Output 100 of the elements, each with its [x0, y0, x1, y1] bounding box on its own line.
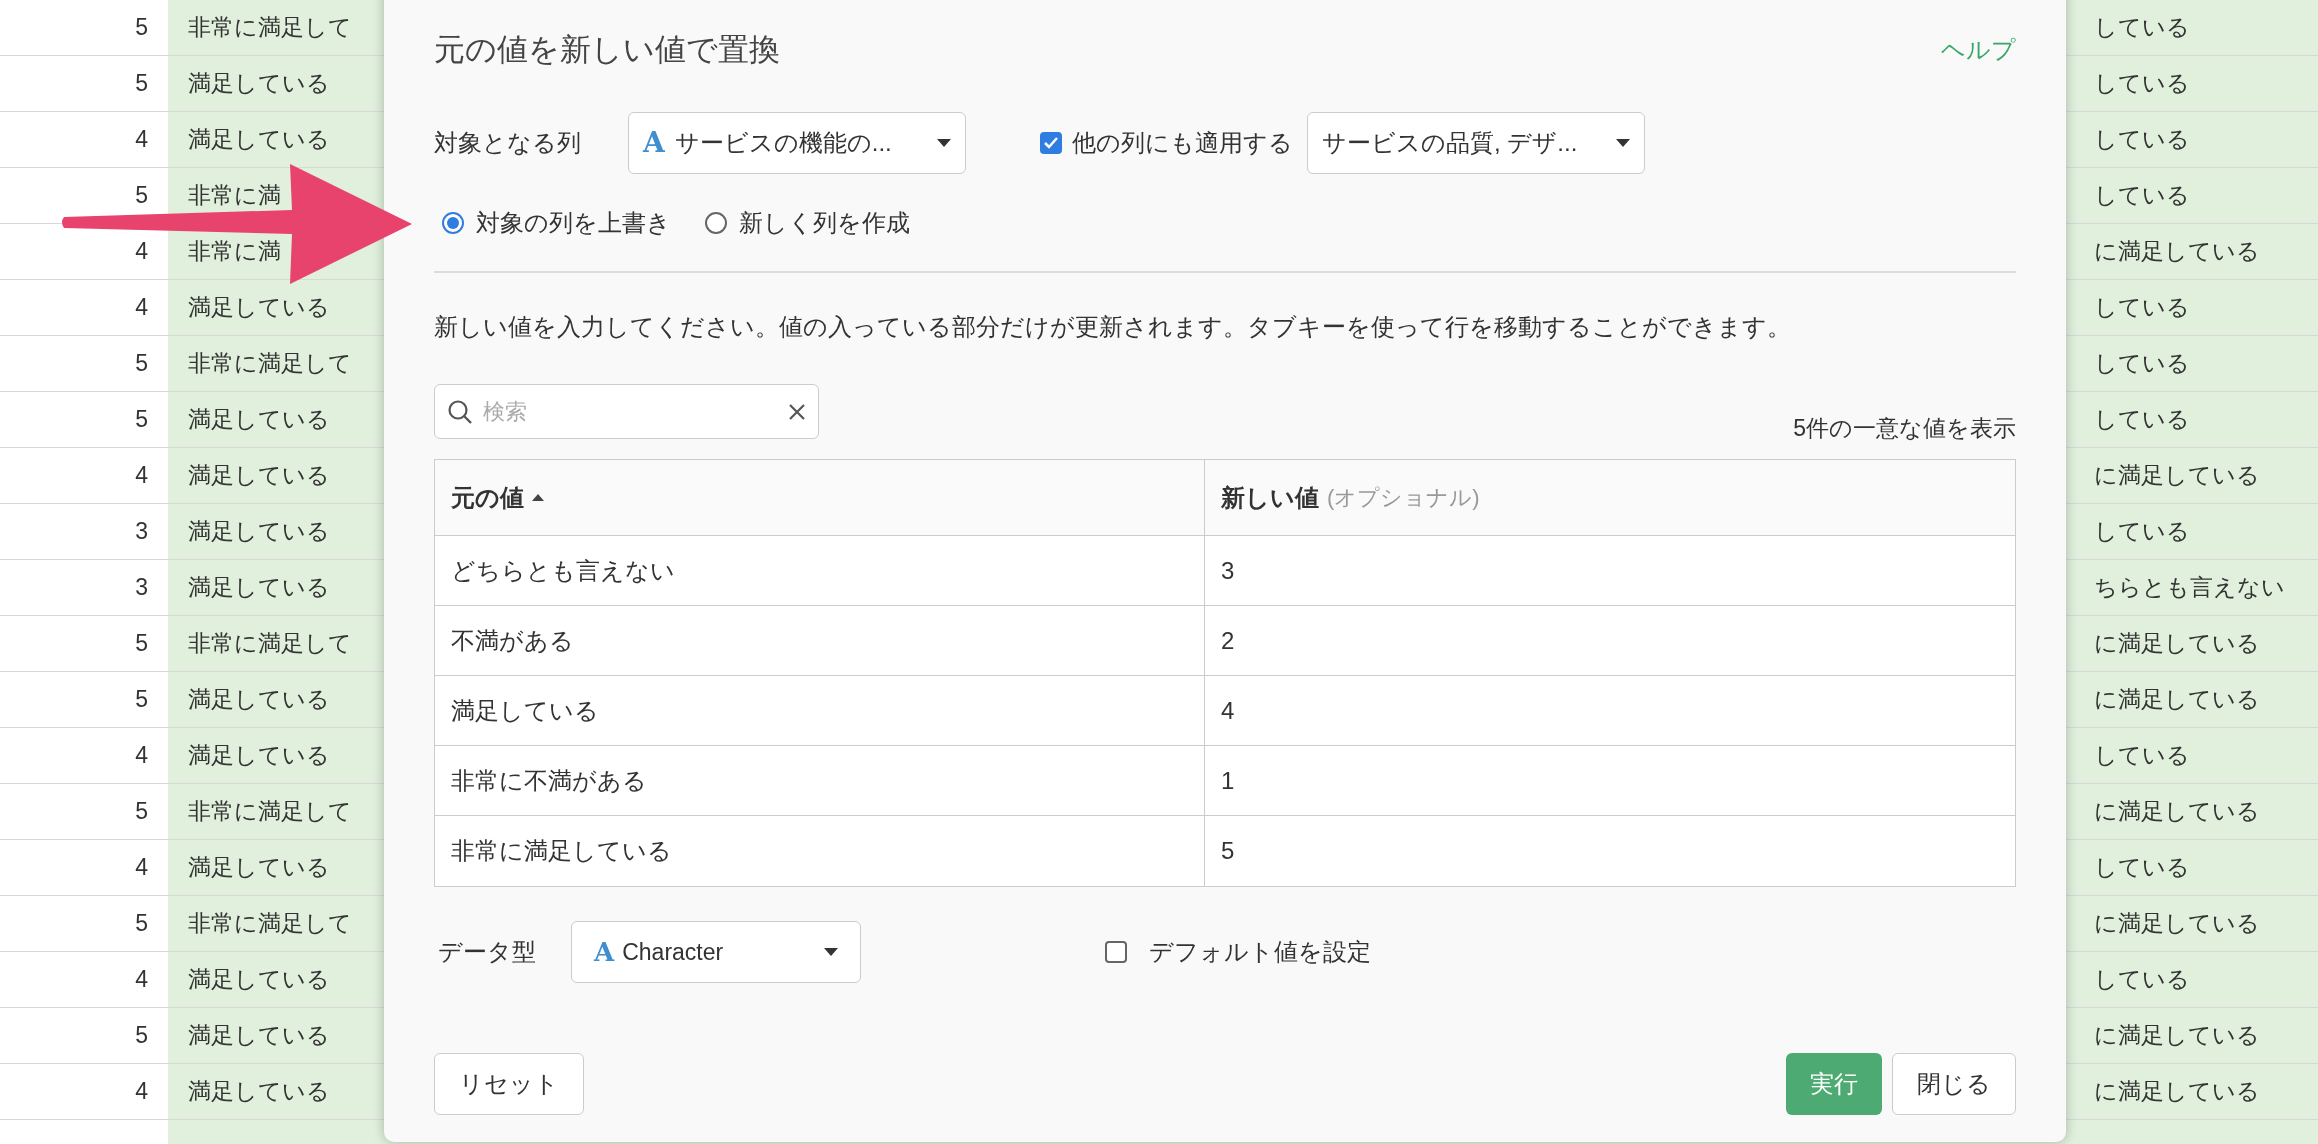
- radio-label: 対象の列を上書き: [476, 208, 671, 238]
- value-input[interactable]: 2: [1221, 622, 1235, 659]
- table-cell-text: 3: [135, 517, 148, 547]
- table-cell-text: 非常に満足して: [188, 909, 352, 939]
- caret-icon: [824, 948, 838, 956]
- instruction-text: 新しい値を入力してください。値の入っている部分だけが更新されます。タブキーを使って行を移動することができます。: [434, 312, 1791, 342]
- table-cell-text: 非常に満足して: [188, 797, 352, 827]
- table-cell-text: している: [2094, 965, 2190, 995]
- radio-button[interactable]: [705, 212, 727, 234]
- table-cell-text: 満足している: [188, 69, 330, 99]
- table-cell-text: 満足している: [188, 573, 330, 603]
- table-cell-text: に満足している: [2094, 909, 2260, 939]
- table-cell-text: 満足している: [188, 405, 330, 435]
- table-cell-text: どちらとも言えない: [451, 555, 675, 586]
- table-cell-text: 4: [135, 853, 148, 883]
- table-cell-text: 4: [135, 293, 148, 323]
- type-icon: A: [643, 122, 665, 164]
- table-cell-text: 不満がある: [451, 625, 574, 656]
- search-field[interactable]: 検索: [434, 384, 819, 439]
- table-cell-text: している: [2094, 853, 2190, 883]
- table-cell-text: 満足している: [188, 741, 330, 771]
- caret-icon: [937, 139, 951, 147]
- table-cell-text: 5: [135, 405, 148, 435]
- table-cell-text: 5: [135, 629, 148, 659]
- table-cell-text: 5: [135, 909, 148, 939]
- field-label: データ型: [437, 937, 537, 967]
- table-cell-text: 4: [135, 1077, 148, 1107]
- column-header[interactable]: 新しい値 (オプショナル): [1205, 460, 2015, 535]
- table-cell-text: 非常に満足して: [188, 349, 352, 379]
- table-cell-text: 5: [135, 13, 148, 43]
- table-cell-text: 5: [135, 349, 148, 379]
- table-cell-text: している: [2094, 13, 2190, 43]
- table-cell-text: 満足している: [188, 517, 330, 547]
- table-cell-text: 5: [135, 685, 148, 715]
- close-icon[interactable]: [788, 402, 806, 421]
- dialog-title: 元の値を新しい値で置換: [434, 30, 780, 69]
- type-icon: A: [594, 932, 615, 972]
- table-cell-text: している: [2094, 125, 2190, 155]
- checkbox-label: 他の列にも適用する: [1072, 128, 1293, 158]
- table-cell-text: 満足している: [188, 461, 330, 491]
- value-input[interactable]: 1: [1221, 762, 1235, 799]
- value-input[interactable]: 4: [1221, 692, 1235, 729]
- reset-button[interactable]: リセット: [434, 1053, 584, 1115]
- table-cell-text: 4: [135, 965, 148, 995]
- table-cell-text: に満足している: [2094, 685, 2260, 715]
- table-cell-text: している: [2094, 181, 2190, 211]
- table-cell-text: に満足している: [2094, 797, 2260, 827]
- table-cell-text: に満足している: [2094, 1077, 2260, 1107]
- count-text: 5件の一意な値を表示: [1793, 413, 2016, 443]
- table-cell-text: 満足している: [188, 125, 330, 155]
- table-cell-text: に満足している: [2094, 629, 2260, 659]
- column-header[interactable]: 元の値: [435, 460, 1205, 535]
- table-cell-text: 満足している: [451, 695, 599, 726]
- table-cell-text: に満足している: [2094, 237, 2260, 267]
- check-icon: [1044, 137, 1058, 149]
- checkbox[interactable]: [1040, 132, 1062, 154]
- value-input[interactable]: 5: [1221, 833, 1235, 869]
- table-cell-text: している: [2094, 349, 2190, 379]
- table-cell-text: 非常に満足して: [188, 13, 352, 43]
- columns-select[interactable]: サービスの品質, デザ...: [1307, 112, 1645, 174]
- table-cell-text: 4: [135, 237, 148, 267]
- table-cell-text: している: [2094, 293, 2190, 323]
- table-cell-text: に満足している: [2094, 461, 2260, 491]
- radio-label: 新しく列を作成: [739, 208, 910, 238]
- radio-button[interactable]: [442, 212, 464, 234]
- caret-icon: [1616, 139, 1630, 147]
- table-cell-text: 5: [135, 181, 148, 211]
- table-cell-text: 非常に満: [188, 181, 281, 211]
- table-cell-text: 満足している: [188, 965, 330, 995]
- table-cell-text: している: [2094, 405, 2190, 435]
- table-cell-text: 5: [135, 797, 148, 827]
- table-cell-text: 5: [135, 69, 148, 99]
- table-cell-text: 非常に不満がある: [451, 765, 647, 796]
- column-select[interactable]: A サービスの機能の...: [628, 112, 966, 174]
- table-cell-text: 満足している: [188, 1021, 330, 1051]
- table-cell-text: 4: [135, 741, 148, 771]
- table-cell-text: 満足している: [188, 293, 330, 323]
- table-cell-text: 4: [135, 461, 148, 491]
- table-cell-text: している: [2094, 517, 2190, 547]
- close-button[interactable]: 閉じる: [1892, 1053, 2016, 1115]
- table-cell-text: 3: [135, 573, 148, 603]
- checkbox-label: デフォルト値を設定: [1149, 937, 1371, 967]
- table-cell-text: している: [2094, 741, 2190, 771]
- data-type-select[interactable]: A Character: [571, 921, 861, 983]
- table-cell-text: 4: [135, 125, 148, 155]
- table-cell-text: 満足している: [188, 853, 330, 883]
- field-label: 対象となる列: [434, 128, 582, 158]
- table-cell-text: 非常に満足している: [451, 836, 672, 866]
- table-cell-text: ちらとも言えない: [2094, 573, 2285, 603]
- checkbox[interactable]: [1105, 941, 1127, 963]
- value-input[interactable]: 3: [1221, 552, 1235, 589]
- table-cell-text: 非常に満: [188, 237, 281, 267]
- table-cell-text: 満足している: [188, 685, 330, 715]
- table-cell-text: 非常に満足して: [188, 629, 352, 659]
- search-icon: [447, 398, 473, 425]
- table-cell-text: している: [2094, 69, 2190, 99]
- search-input[interactable]: 検索: [483, 395, 778, 428]
- table-cell-text: に満足している: [2094, 1021, 2260, 1051]
- table-cell-text: 満足している: [188, 1077, 330, 1107]
- table-cell-text: 5: [135, 1021, 148, 1051]
